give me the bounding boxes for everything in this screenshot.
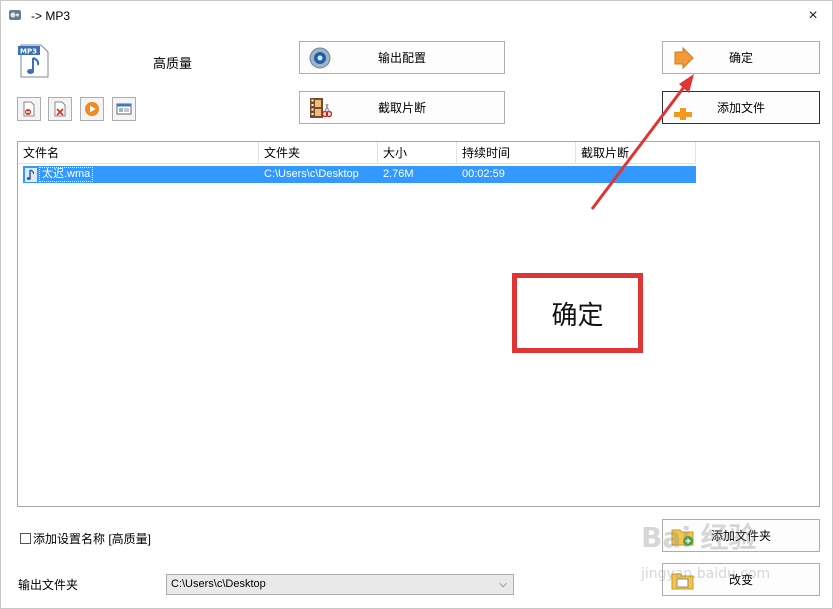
checkbox-label: 添加设置名称 [高质量] [33, 532, 152, 546]
chevron-down-icon: ⌵ [499, 579, 507, 590]
column-header-filename[interactable]: 文件名 [18, 142, 259, 164]
change-folder-button[interactable]: 改变 [662, 563, 820, 596]
ok-button[interactable]: 确定 [662, 41, 820, 74]
window-title: -> MP3 [31, 9, 71, 23]
output-folder-value: C:\Users\c\Desktop [171, 578, 266, 590]
play-button[interactable] [80, 97, 104, 121]
app-icon [9, 10, 21, 20]
table-header: 文件名 文件夹 大小 持续时间 截取片断 [18, 142, 696, 164]
add-setting-name-checkbox[interactable]: 添加设置名称 [高质量] [20, 530, 151, 547]
table-row[interactable]: 太迟.wma C:\Users\c\Desktop 2.76M 00:02:59 [23, 166, 696, 183]
media-info-button[interactable] [112, 97, 136, 121]
clear-list-button[interactable] [48, 97, 72, 121]
output-folder-label: 输出文件夹 [18, 578, 79, 592]
file-list-table[interactable]: 文件名 文件夹 大小 持续时间 截取片断 太迟.wma C:\Users\c\D… [17, 141, 820, 507]
media-info-icon [116, 103, 132, 115]
cell-folder: C:\Users\c\Desktop [264, 168, 359, 180]
output-config-button[interactable]: 输出配置 [299, 41, 505, 74]
audio-file-icon [25, 167, 37, 182]
remove-file-icon [23, 101, 35, 117]
cell-size: 2.76M [383, 168, 414, 180]
cell-duration: 00:02:59 [462, 168, 505, 180]
clip-segment-button[interactable]: 截取片断 [299, 91, 505, 124]
remove-file-button[interactable] [17, 97, 41, 121]
close-button[interactable]: × [804, 7, 822, 25]
quality-label: 高质量 [153, 56, 193, 71]
title-bar: -> MP3 × [1, 1, 832, 31]
add-folder-button[interactable]: 添加文件夹 [662, 519, 820, 552]
svg-text:MP3: MP3 [20, 48, 37, 56]
annotation-callout: 确定 [512, 273, 643, 353]
column-header-folder[interactable]: 文件夹 [259, 142, 378, 164]
column-header-duration[interactable]: 持续时间 [457, 142, 576, 164]
cell-filename: 太迟.wma [23, 166, 259, 183]
filename-text: 太迟.wma [39, 167, 94, 182]
column-header-size[interactable]: 大小 [378, 142, 457, 164]
checkbox-box[interactable] [20, 533, 31, 544]
add-file-button[interactable]: 添加文件 [662, 91, 820, 124]
play-icon [85, 102, 99, 116]
clear-list-icon [54, 101, 66, 117]
output-folder-select[interactable]: C:\Users\c\Desktop ⌵ [166, 574, 514, 595]
mp3-format-icon: MP3 [18, 44, 49, 78]
converter-window: -> MP3 × MP3 高质量 输出配置 截取片断 确定 添加文件 文件名 文… [0, 0, 833, 609]
column-header-clip[interactable]: 截取片断 [576, 142, 696, 164]
